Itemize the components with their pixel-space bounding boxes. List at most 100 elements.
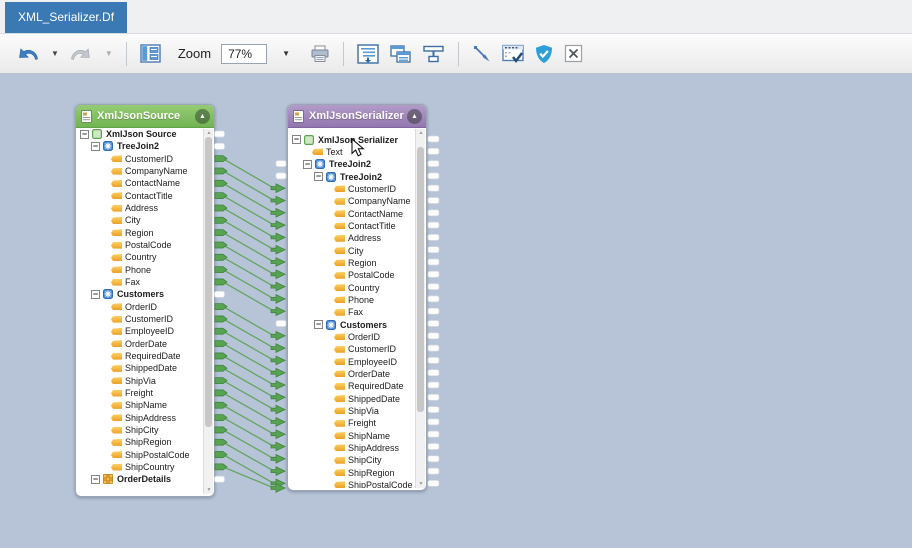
target-output-port[interactable] xyxy=(428,382,439,388)
source-tree-row[interactable]: ShippedDate xyxy=(77,362,202,374)
target-port-mapped[interactable] xyxy=(271,332,285,341)
target-port-mapped[interactable] xyxy=(271,307,285,316)
target-tree-row[interactable]: ShipRegion xyxy=(289,466,414,478)
collapse-node-toggle[interactable]: − xyxy=(91,475,100,484)
target-port-mapped[interactable] xyxy=(271,184,285,193)
target-port-mapped[interactable] xyxy=(271,467,285,476)
source-tree-row[interactable]: City xyxy=(77,214,202,226)
source-scrollbar[interactable]: ▲ ▼ xyxy=(203,129,213,494)
source-port-mapped[interactable] xyxy=(215,464,227,470)
target-port-mapped[interactable] xyxy=(271,430,285,439)
target-output-port[interactable] xyxy=(428,394,439,400)
scrollbar-thumb[interactable] xyxy=(417,147,424,412)
target-tree-row[interactable]: OrderDate xyxy=(289,368,414,380)
target-port-unmapped[interactable] xyxy=(276,321,286,327)
source-tree-row[interactable]: ContactName xyxy=(77,177,202,189)
target-output-port[interactable] xyxy=(428,234,439,240)
target-tree-row[interactable]: OrderID xyxy=(289,331,414,343)
source-tree-row[interactable]: −OrderDetails xyxy=(77,473,202,485)
redo-button[interactable] xyxy=(66,40,97,68)
source-port-mapped[interactable] xyxy=(215,254,227,260)
target-port-mapped[interactable] xyxy=(271,295,285,304)
source-tree-row[interactable]: −TreeJoin2 xyxy=(77,140,202,152)
source-tree-row[interactable]: −XmlJson Source xyxy=(77,128,202,140)
target-output-port[interactable] xyxy=(428,419,439,425)
source-port-mapped[interactable] xyxy=(215,193,227,199)
target-port-mapped[interactable] xyxy=(271,233,285,242)
source-tree-row[interactable]: ContactTitle xyxy=(77,190,202,202)
target-output-port[interactable] xyxy=(428,284,439,290)
source-tree-row[interactable]: Phone xyxy=(77,264,202,276)
source-tree-row[interactable]: EmployeeID xyxy=(77,325,202,337)
target-port-mapped[interactable] xyxy=(271,196,285,205)
source-tree-row[interactable]: OrderDate xyxy=(77,338,202,350)
target-output-port[interactable] xyxy=(428,296,439,302)
source-port-unmapped[interactable] xyxy=(215,476,225,482)
mapping-line[interactable] xyxy=(223,393,274,422)
source-port-mapped[interactable] xyxy=(215,452,227,458)
source-tree-row[interactable]: CustomerID xyxy=(77,153,202,165)
target-tree-row[interactable]: ShipCity xyxy=(289,454,414,466)
target-output-port[interactable] xyxy=(428,357,439,363)
mapping-line[interactable] xyxy=(223,196,274,225)
target-port-mapped[interactable] xyxy=(271,221,285,230)
document-tab[interactable]: XML_Serializer.Df xyxy=(5,2,127,33)
target-tree-row[interactable]: ShipVia xyxy=(289,405,414,417)
target-port-unmapped[interactable] xyxy=(276,173,286,179)
source-tree-row[interactable]: CustomerID xyxy=(77,313,202,325)
target-tree-row[interactable]: EmployeeID xyxy=(289,355,414,367)
target-output-port[interactable] xyxy=(428,431,439,437)
source-port-mapped[interactable] xyxy=(215,316,227,322)
source-tree-row[interactable]: CompanyName xyxy=(77,165,202,177)
source-port-mapped[interactable] xyxy=(215,217,227,223)
expand-all-nodes-button[interactable] xyxy=(354,40,382,68)
tree-layout-button[interactable] xyxy=(419,40,448,68)
source-port-mapped[interactable] xyxy=(215,439,227,445)
target-output-port[interactable] xyxy=(428,247,439,253)
source-port-mapped[interactable] xyxy=(215,267,227,273)
source-panel[interactable]: XmlJsonSource ▲ −XmlJson Source−TreeJoin… xyxy=(75,104,215,497)
collapse-node-toggle[interactable]: − xyxy=(292,135,301,144)
collapse-node-toggle[interactable]: − xyxy=(91,290,100,299)
mapping-line[interactable] xyxy=(223,257,274,286)
target-tree-row[interactable]: Freight xyxy=(289,417,414,429)
mapping-line[interactable] xyxy=(223,220,274,249)
source-tree-row[interactable]: Fax xyxy=(77,276,202,288)
target-tree-row[interactable]: −Customers xyxy=(289,318,414,330)
target-port-mapped[interactable] xyxy=(271,209,285,218)
print-button[interactable] xyxy=(307,40,333,68)
target-port-mapped[interactable] xyxy=(271,455,285,464)
target-port-mapped[interactable] xyxy=(271,270,285,279)
mapping-line[interactable] xyxy=(223,307,274,336)
mapping-line[interactable] xyxy=(223,368,274,397)
mapping-line[interactable] xyxy=(223,270,274,299)
target-port-mapped[interactable] xyxy=(271,381,285,390)
target-tree-row[interactable]: Address xyxy=(289,232,414,244)
collapse-node-toggle[interactable]: − xyxy=(80,130,89,139)
target-output-port[interactable] xyxy=(428,468,439,474)
verify-dataflow-button[interactable] xyxy=(531,40,557,68)
target-output-port[interactable] xyxy=(428,321,439,327)
target-tree-row[interactable]: ContactTitle xyxy=(289,220,414,232)
mapping-line[interactable] xyxy=(223,331,274,360)
mapping-line[interactable] xyxy=(223,405,274,434)
undo-button[interactable] xyxy=(12,40,43,68)
target-tree-row[interactable]: CustomerID xyxy=(289,183,414,195)
scroll-up-icon[interactable]: ▲ xyxy=(204,130,214,136)
mapping-line[interactable] xyxy=(223,381,274,410)
source-port-mapped[interactable] xyxy=(215,402,227,408)
target-output-port[interactable] xyxy=(428,136,439,142)
source-port-mapped[interactable] xyxy=(215,205,227,211)
source-port-mapped[interactable] xyxy=(215,353,227,359)
target-port-mapped[interactable] xyxy=(271,368,285,377)
mapping-line[interactable] xyxy=(223,282,274,311)
mapping-line[interactable] xyxy=(223,442,274,471)
source-tree-row[interactable]: OrderID xyxy=(77,301,202,313)
mapping-line[interactable] xyxy=(223,319,274,348)
target-output-port[interactable] xyxy=(428,345,439,351)
zoom-value-combo[interactable]: 77% xyxy=(221,44,267,64)
collapse-node-toggle[interactable]: − xyxy=(314,320,323,329)
target-tree-row[interactable]: CompanyName xyxy=(289,195,414,207)
source-port-mapped[interactable] xyxy=(215,279,227,285)
target-output-port[interactable] xyxy=(428,198,439,204)
